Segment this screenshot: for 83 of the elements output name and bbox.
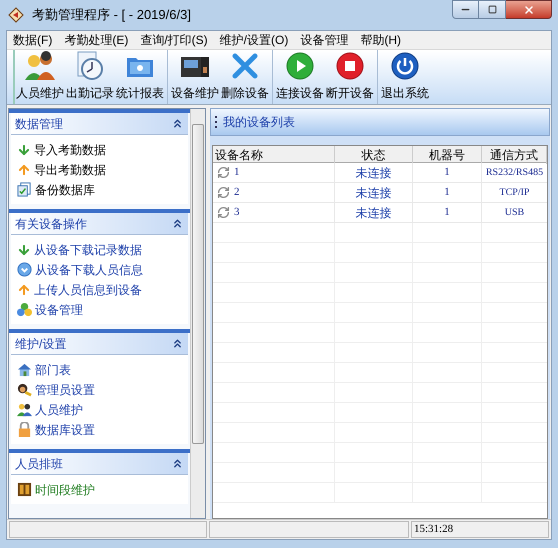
sidebar-link[interactable]: 备份数据库 bbox=[17, 181, 182, 198]
table-cell-text: 1 bbox=[444, 205, 450, 220]
collapse-icon[interactable] bbox=[171, 457, 184, 470]
menu-item[interactable]: 数据(F) bbox=[7, 31, 58, 49]
window-title: 考勤管理程序 - [ - 2019/6/3] bbox=[32, 6, 191, 24]
table-row[interactable]: 1 未连接 1 RS232/RS485 bbox=[213, 163, 547, 183]
sidebar-link[interactable]: 导出考勤数据 bbox=[17, 161, 182, 178]
sidebar-link[interactable]: 管理员设置 bbox=[17, 381, 182, 398]
toolbar-button[interactable]: 设备维护 bbox=[170, 50, 220, 104]
up-arrow-icon bbox=[17, 162, 31, 176]
status-time: 15:31:28 bbox=[411, 521, 549, 538]
download-icon bbox=[17, 262, 32, 277]
table-cell-text: RS232/RS485 bbox=[486, 166, 544, 180]
toolbar-button[interactable]: 连接设备 bbox=[275, 50, 325, 104]
table-cell-text: 1 bbox=[444, 185, 450, 200]
column-header[interactable]: 机器号 bbox=[413, 146, 482, 164]
device-status-icon bbox=[217, 186, 230, 199]
collapse-icon[interactable] bbox=[171, 117, 184, 130]
people-icon bbox=[24, 50, 56, 82]
power-icon bbox=[389, 50, 421, 82]
table-cell-text: 1 bbox=[444, 165, 450, 180]
table-cell-text: 未连接 bbox=[356, 184, 392, 202]
column-header[interactable]: 状态 bbox=[335, 146, 413, 164]
menu-item[interactable]: 查询/打印(S) bbox=[134, 31, 214, 49]
table-cell-text: TCP/IP bbox=[499, 186, 530, 200]
menu-item[interactable]: 考勤处理(E) bbox=[58, 31, 134, 49]
door-icon bbox=[17, 482, 32, 497]
table-cell-text: USB bbox=[504, 206, 524, 220]
table-cell-text: 2 bbox=[234, 185, 240, 200]
menu-item[interactable]: 帮助(H) bbox=[354, 31, 408, 49]
people-icon bbox=[17, 402, 32, 417]
sidebar-link[interactable]: 从设备下载人员信息 bbox=[17, 261, 182, 278]
sidebar-link[interactable]: 从设备下载记录数据 bbox=[17, 241, 182, 258]
stop-icon bbox=[334, 50, 366, 82]
maximize-icon bbox=[488, 5, 496, 14]
table-cell-text: 3 bbox=[234, 205, 240, 220]
balls-icon bbox=[17, 302, 32, 317]
sidebar-link[interactable]: 人员维护 bbox=[17, 401, 182, 418]
sidebar-link[interactable]: 时间段维护 bbox=[17, 481, 182, 498]
play-icon bbox=[284, 50, 316, 82]
group-header[interactable]: 数据管理 bbox=[11, 113, 188, 135]
group-title: 有关设备操作 bbox=[15, 216, 87, 232]
group-header[interactable]: 维护/设置 bbox=[11, 333, 188, 355]
menu-item[interactable]: 设备管理 bbox=[294, 31, 354, 49]
sidebar-link[interactable]: 导入考勤数据 bbox=[17, 141, 182, 158]
down-arrow-icon bbox=[17, 142, 31, 156]
column-header[interactable]: 通信方式 bbox=[482, 146, 547, 164]
lock-icon bbox=[17, 422, 32, 437]
menu-item[interactable]: 维护/设置(O) bbox=[214, 31, 294, 49]
table-cell-text: 未连接 bbox=[356, 204, 392, 222]
group-header[interactable]: 有关设备操作 bbox=[11, 213, 188, 235]
maximize-button[interactable] bbox=[479, 0, 506, 19]
sidebar-link[interactable]: 部门表 bbox=[17, 361, 182, 378]
table-cell-text: 未连接 bbox=[356, 164, 392, 182]
document-check-icon bbox=[17, 182, 32, 197]
sidebar-link[interactable]: 数据库设置 bbox=[17, 421, 182, 438]
close-icon bbox=[522, 4, 534, 16]
group-title: 数据管理 bbox=[15, 116, 63, 132]
scrollbar[interactable] bbox=[190, 109, 205, 518]
toolbar-button[interactable]: 删除设备 bbox=[220, 50, 270, 104]
close-button[interactable] bbox=[506, 0, 552, 19]
app-icon bbox=[8, 7, 24, 23]
toolbar-button[interactable]: 人员维护 bbox=[15, 50, 65, 104]
panel-title: 我的设备列表 bbox=[223, 114, 295, 131]
down-arrow-icon bbox=[17, 242, 31, 256]
table-row[interactable]: 2 未连接 1 TCP/IP bbox=[213, 183, 547, 203]
table-cell-text: 1 bbox=[234, 165, 240, 180]
toolbar-button[interactable]: 退出系统 bbox=[380, 50, 430, 104]
sidebar-link[interactable]: 上传人员信息到设备 bbox=[17, 281, 182, 298]
toolbar-button[interactable]: 出勤记录 bbox=[65, 50, 115, 104]
house-icon bbox=[17, 362, 32, 377]
device-status-icon bbox=[217, 206, 230, 219]
collapse-icon[interactable] bbox=[171, 217, 184, 230]
group-title: 人员排班 bbox=[15, 456, 63, 472]
group-header[interactable]: 人员排班 bbox=[11, 453, 188, 475]
table-row[interactable]: 3 未连接 1 USB bbox=[213, 203, 547, 223]
column-header[interactable]: 设备名称 bbox=[213, 146, 335, 164]
device-status-icon bbox=[217, 166, 230, 179]
sidebar-link[interactable]: 设备管理 bbox=[17, 301, 182, 318]
toolbar-button[interactable]: 断开设备 bbox=[325, 50, 375, 104]
collapse-icon[interactable] bbox=[171, 337, 184, 350]
group-title: 维护/设置 bbox=[15, 336, 66, 352]
toolbar-button[interactable]: 统计报表 bbox=[115, 50, 165, 104]
